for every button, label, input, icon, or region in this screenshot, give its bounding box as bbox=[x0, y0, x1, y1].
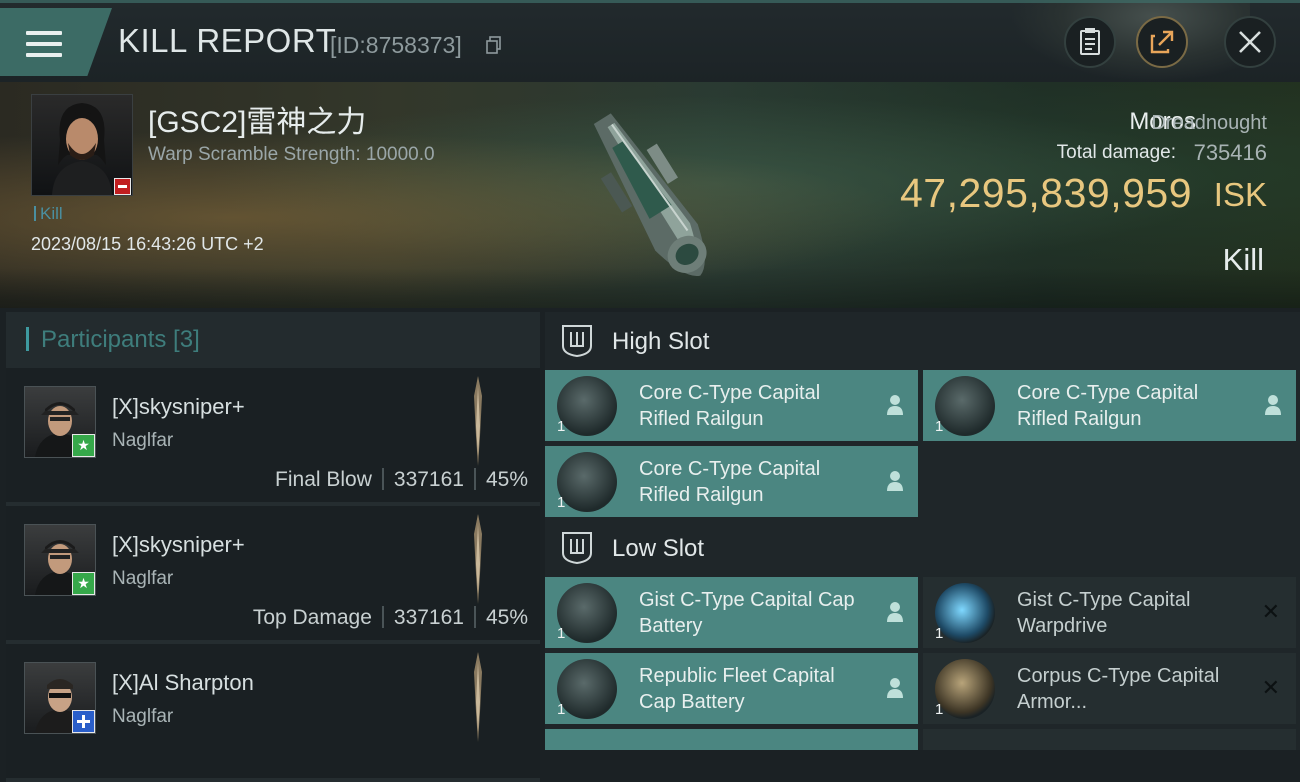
module-card[interactable]: 1 Corpus C-Type Capital Armor... ✕ bbox=[923, 653, 1296, 724]
person-icon bbox=[887, 602, 903, 622]
module-card-partial[interactable] bbox=[923, 729, 1296, 750]
participants-panel[interactable]: Participants [3] ★ [X]skysniper+ Naglfar… bbox=[6, 312, 540, 782]
cap-battery-icon bbox=[557, 583, 617, 643]
module-card[interactable]: 1 Core C-Type Capital Rifled Railgun bbox=[923, 370, 1296, 441]
clipboard-button[interactable] bbox=[1064, 16, 1116, 68]
participant-percent: 45% bbox=[485, 606, 528, 629]
plus-badge-icon bbox=[72, 710, 95, 733]
participants-title: Participants [3] bbox=[26, 326, 200, 354]
clipboard-icon bbox=[1080, 28, 1100, 55]
low-slot-icon bbox=[562, 532, 592, 565]
module-quantity: 1 bbox=[557, 625, 566, 642]
participant-role: Final Blow bbox=[275, 468, 372, 491]
participant-ship: Naglfar bbox=[112, 568, 174, 589]
ship-icon bbox=[474, 652, 482, 742]
share-button[interactable] bbox=[1136, 16, 1188, 68]
kill-result: Kill bbox=[1222, 242, 1264, 277]
ship-icon bbox=[474, 376, 482, 466]
page-title: KILL REPORT bbox=[118, 22, 337, 59]
participant-percent: 45% bbox=[485, 468, 528, 491]
railgun-icon bbox=[557, 452, 617, 512]
module-quantity: 1 bbox=[935, 701, 944, 718]
participant-row[interactable]: [X]Al Sharpton Naglfar bbox=[6, 644, 540, 782]
module-quantity: 1 bbox=[557, 701, 566, 718]
ship-image[interactable] bbox=[550, 90, 750, 300]
participant-name[interactable]: [X]skysniper+ bbox=[112, 532, 245, 558]
participants-header: Participants [3] bbox=[6, 312, 540, 368]
participant-damage: 337161 bbox=[393, 468, 464, 491]
railgun-icon bbox=[935, 376, 995, 436]
cap-battery-icon bbox=[557, 659, 617, 719]
module-card[interactable]: 1 Core C-Type Capital Rifled Railgun bbox=[545, 370, 918, 441]
participant-stats: Top Damage 337161 45% bbox=[253, 606, 528, 630]
module-name: Gist C-Type Capital Cap Battery bbox=[639, 589, 855, 637]
victim-name[interactable]: [GSC2]雷神之力 bbox=[148, 97, 366, 141]
copy-icon[interactable] bbox=[486, 36, 502, 54]
person-icon bbox=[1265, 395, 1281, 415]
low-slot-header: Low Slot bbox=[545, 521, 1300, 577]
participant-damage: 337161 bbox=[393, 606, 464, 629]
high-slot-header: High Slot bbox=[545, 314, 1300, 370]
module-card[interactable]: 1 Gist C-Type Capital Warpdrive ✕ bbox=[923, 577, 1296, 648]
participant-stats: Final Blow 337161 45% bbox=[275, 468, 528, 492]
module-name: Core C-Type Capital Rifled Railgun bbox=[639, 382, 821, 430]
star-badge-icon: ★ bbox=[72, 572, 95, 595]
fitting-panel[interactable]: High Slot 1 Core C-Type Capital Rifled R… bbox=[545, 312, 1300, 750]
hamburger-icon bbox=[26, 31, 62, 59]
isk-unit: ISK bbox=[1213, 176, 1267, 213]
railgun-icon bbox=[557, 376, 617, 436]
destroyed-icon: ✕ bbox=[1261, 675, 1280, 700]
module-card[interactable]: 1 Core C-Type Capital Rifled Railgun bbox=[545, 446, 918, 517]
kill-id: [ID:8758373] bbox=[330, 32, 462, 58]
warp-scramble-strength: Warp Scramble Strength: 10000.0 bbox=[148, 144, 435, 165]
kill-summary: [GSC2]雷神之力 Warp Scramble Strength: 10000… bbox=[0, 82, 1300, 308]
module-quantity: 1 bbox=[557, 494, 566, 511]
low-slot-title: Low Slot bbox=[612, 535, 705, 562]
participant-row[interactable]: ★ [X]skysniper+ Naglfar Final Blow 337161… bbox=[6, 368, 540, 506]
person-icon bbox=[887, 395, 903, 415]
total-damage-value: 735416 bbox=[1193, 140, 1267, 165]
module-quantity: 1 bbox=[935, 418, 944, 435]
participant-name[interactable]: [X]Al Sharpton bbox=[112, 670, 254, 696]
top-bar: KILL REPORT [ID:8758373] bbox=[0, 0, 1300, 82]
participant-ship: Naglfar bbox=[112, 706, 174, 727]
kill-timestamp: 2023/08/15 16:43:26 UTC +2 bbox=[31, 234, 264, 254]
armor-icon bbox=[935, 659, 995, 719]
warpdrive-icon bbox=[935, 583, 995, 643]
module-card[interactable]: 1 Republic Fleet Capital Cap Battery bbox=[545, 653, 918, 724]
star-badge-icon: ★ bbox=[72, 434, 95, 457]
high-slot-icon bbox=[562, 325, 592, 358]
module-name: Core C-Type Capital Rifled Railgun bbox=[1017, 382, 1199, 430]
participant-ship: Naglfar bbox=[112, 430, 174, 451]
isk-value: 47,295,839,959 bbox=[900, 170, 1192, 216]
menu-button[interactable] bbox=[0, 8, 112, 76]
ship-class: Dreadnought bbox=[1151, 112, 1267, 134]
ship-icon bbox=[474, 514, 482, 604]
module-card[interactable]: 1 Gist C-Type Capital Cap Battery bbox=[545, 577, 918, 648]
module-quantity: 1 bbox=[935, 625, 944, 642]
high-slot-title: High Slot bbox=[612, 328, 710, 355]
destroyed-icon: ✕ bbox=[1261, 599, 1280, 624]
header-ship-decoration bbox=[1010, 0, 1250, 82]
module-name: Gist C-Type Capital Warpdrive bbox=[1017, 589, 1191, 637]
module-name: Corpus C-Type Capital Armor... bbox=[1017, 665, 1220, 713]
share-icon bbox=[1150, 30, 1174, 54]
person-icon bbox=[887, 678, 903, 698]
person-icon bbox=[887, 471, 903, 491]
kill-tag: Kill bbox=[34, 204, 63, 224]
participant-row[interactable]: ★ [X]skysniper+ Naglfar Top Damage 337161… bbox=[6, 506, 540, 644]
module-name: Republic Fleet Capital Cap Battery bbox=[639, 665, 835, 713]
close-icon bbox=[1239, 31, 1261, 53]
participant-name[interactable]: [X]skysniper+ bbox=[112, 394, 245, 420]
module-quantity: 1 bbox=[557, 418, 566, 435]
standing-negative-icon bbox=[114, 178, 131, 195]
close-button[interactable] bbox=[1224, 16, 1276, 68]
module-name: Core C-Type Capital Rifled Railgun bbox=[639, 458, 821, 506]
participant-role: Top Damage bbox=[252, 606, 372, 629]
total-damage-label: Total damage: bbox=[1056, 142, 1176, 163]
module-card-partial[interactable] bbox=[545, 729, 918, 750]
